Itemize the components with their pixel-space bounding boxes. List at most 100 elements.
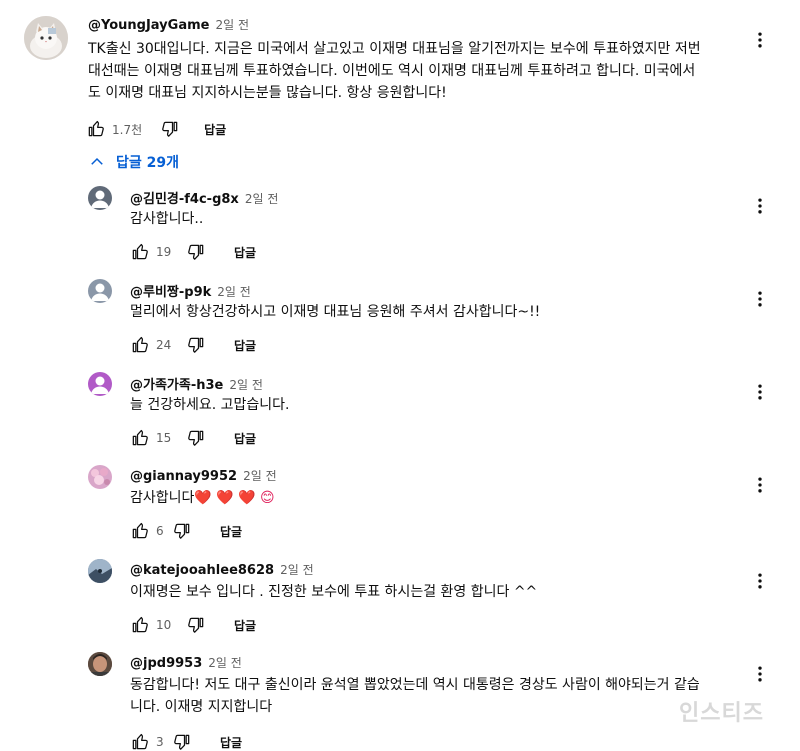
person-icon [88,372,112,396]
reply-comment: @김민경-f4c-g8x 2일 전 감사합니다.. 19 답글 [0,182,800,272]
more-options-icon[interactable] [748,380,772,404]
main-comment-header: @YoungJayGame 2일 전 [88,16,249,33]
flowers-icon [91,468,110,485]
more-options-icon[interactable] [748,569,772,593]
chevron-up-icon [91,157,103,165]
more-options-icon[interactable] [748,194,772,218]
watermark: 인스티즈 [679,701,764,726]
comment-text-line: 니다. 이재명 지지합니다 [130,699,273,715]
dislike-icon[interactable] [184,426,208,450]
avatar[interactable] [88,186,112,210]
reply-header: @루비짱-p9k 2일 전 [130,281,251,300]
main-comment: @YoungJayGame 2일 전 TK출신 30대입니다. 지금은 미국에서… [0,0,800,150]
reply-button[interactable]: 답글 [204,121,226,138]
more-options-icon[interactable] [748,473,772,497]
comment-text: 동감합니다! 저도 대구 출신이라 윤석열 뽑았었는데 역시 대통령은 경상도 … [130,674,740,718]
more-options-icon[interactable] [748,287,772,311]
like-count: 19 [156,245,172,259]
comment-time[interactable]: 2일 전 [208,654,242,671]
like-count: 10 [156,618,172,632]
person-icon [88,186,112,210]
comment-time[interactable]: 2일 전 [215,16,249,33]
reply-comment: @루비짱-p9k 2일 전 멀리에서 항상건강하시고 이재명 대표님 응원해 주… [0,275,800,365]
avatar[interactable] [88,372,112,396]
replies-toggle[interactable]: 답글 29개 [88,152,179,172]
comment-text: 감사합니다❤️ ❤️ ❤️ 😊 [130,487,275,509]
like-count: 1.7천 [112,122,143,137]
comment-actions: 10 답글 [128,613,256,637]
like-count: 6 [156,524,164,538]
comment-author[interactable]: @katejooahlee8628 [130,563,274,578]
comment-text-line: 도 이재명 대표님 지지하시는분들 많습니다. 항상 응원합니다! [88,85,447,101]
reply-header: @katejooahlee8628 2일 전 [130,561,314,578]
comment-author[interactable]: @jpd9953 [130,656,202,671]
comment-text: 멀리에서 항상건강하시고 이재명 대표님 응원해 주셔서 감사합니다~!! [130,304,541,320]
like-count: 15 [156,431,172,445]
like-icon[interactable] [128,426,152,450]
comment-text-line: 동감합니다! 저도 대구 출신이라 윤석열 뽑았었는데 역시 대통령은 경상도 … [130,677,700,693]
dislike-icon[interactable] [184,613,208,637]
comment-actions: 3 답글 [128,730,242,751]
comment-time[interactable]: 2일 전 [243,467,277,484]
comment-author[interactable]: @YoungJayGame [88,18,209,33]
like-icon[interactable] [128,613,152,637]
reply-header: @jpd9953 2일 전 [130,654,242,671]
comment-actions: 15 답글 [128,426,256,450]
comment-actions: 1.7천 답글 [84,117,226,141]
face-photo-icon [88,652,112,676]
comment-author[interactable]: @루비짱-p9k [130,281,211,300]
comment-author[interactable]: @김민경-f4c-g8x [130,188,239,207]
avatar[interactable] [88,465,112,489]
more-options-icon[interactable] [748,28,772,52]
avatar[interactable] [88,652,112,676]
landscape-icon [88,559,112,583]
comment-text-main: 감사합니다 [130,490,195,506]
comment-time[interactable]: 2일 전 [280,561,314,578]
reply-header: @giannay9952 2일 전 [130,467,277,484]
person-icon [88,279,112,303]
comment-actions: 19 답글 [128,240,256,264]
reply-header: @김민경-f4c-g8x 2일 전 [130,188,278,207]
like-icon[interactable] [128,519,152,543]
cat-avatar-icon[interactable] [24,16,68,60]
reply-comment: @가족가족-h3e 2일 전 늘 건강하세요. 고맙습니다. 15 답글 [0,368,800,458]
comment-time[interactable]: 2일 전 [245,190,279,207]
dislike-icon[interactable] [170,519,194,543]
reply-button[interactable]: 답글 [220,734,242,751]
reply-button[interactable]: 답글 [234,244,256,261]
comment-author[interactable]: @giannay9952 [130,469,237,484]
reply-button[interactable]: 답글 [234,337,256,354]
reply-header: @가족가족-h3e 2일 전 [130,374,263,393]
comment-text: 이재명은 보수 입니다 . 진정한 보수에 투표 하시는걸 환영 합니다 ^^ [130,584,538,600]
like-icon[interactable] [128,730,152,751]
reply-button[interactable]: 답글 [234,430,256,447]
like-count: 24 [156,338,172,352]
comment-text: TK출신 30대입니다. 지금은 미국에서 살고있고 이재명 대표님을 알기전까… [88,38,758,104]
like-count: 3 [156,735,164,749]
replies-toggle-label: 답글 29개 [116,155,179,171]
like-icon[interactable] [84,117,108,141]
dislike-icon[interactable] [158,117,182,141]
dislike-icon[interactable] [184,333,208,357]
comment-text-line: 대선때는 이재명 대표님께 투표하였습니다. 이번에도 역시 이재명 대표님께 … [88,63,696,79]
avatar[interactable] [88,279,112,303]
reply-comment: @giannay9952 2일 전 감사합니다❤️ ❤️ ❤️ 😊 6 답글 [0,461,800,551]
dislike-icon[interactable] [170,730,194,751]
reply-button[interactable]: 답글 [220,523,242,540]
like-icon[interactable] [128,240,152,264]
more-options-icon[interactable] [748,662,772,686]
comment-text: 감사합니다.. [130,211,204,227]
comment-text: 늘 건강하세요. 고맙습니다. [130,397,290,413]
reply-button[interactable]: 답글 [234,617,256,634]
comment-time[interactable]: 2일 전 [229,376,263,393]
reply-comment: @katejooahlee8628 2일 전 이재명은 보수 입니다 . 진정한… [0,555,800,645]
comment-actions: 6 답글 [128,519,242,543]
comment-time[interactable]: 2일 전 [217,283,251,300]
avatar[interactable] [88,559,112,583]
like-icon[interactable] [128,333,152,357]
comment-actions: 24 답글 [128,333,256,357]
comment-author[interactable]: @가족가족-h3e [130,374,223,393]
emoji-hearts-smile: ❤️ ❤️ ❤️ 😊 [194,490,275,506]
comment-text-line: TK출신 30대입니다. 지금은 미국에서 살고있고 이재명 대표님을 알기전까… [88,41,701,57]
dislike-icon[interactable] [184,240,208,264]
